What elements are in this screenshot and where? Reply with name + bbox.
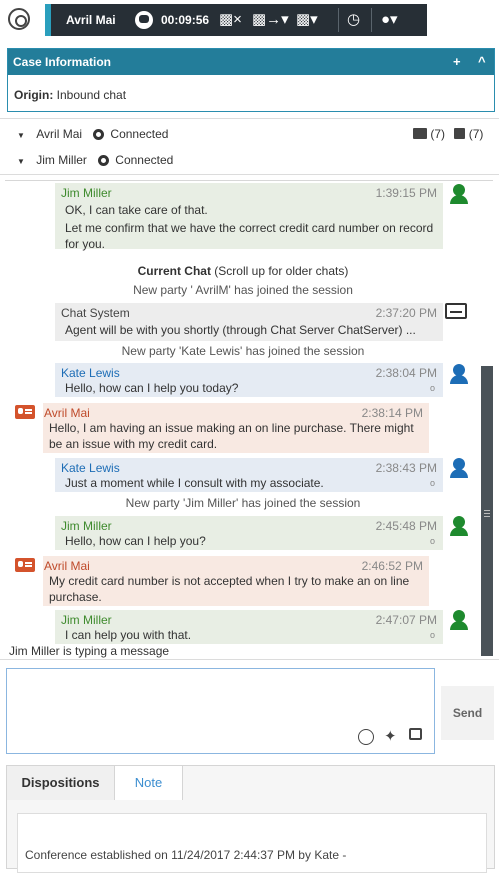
origin-value: Inbound chat [56, 88, 127, 102]
party-row[interactable]: ▼ Avril Mai Connected [17, 127, 168, 141]
tab-dispositions[interactable]: Dispositions [7, 766, 115, 800]
message-text: Agent will be with you shortly (through … [65, 323, 416, 337]
agent-name: Avril Mai [66, 13, 116, 27]
chat-message: Chat System 2:37:20 PM Agent will be wit… [55, 303, 443, 341]
folder-count: (7) [430, 127, 446, 141]
chat-message: Jim Miller 1:39:15 PM OK, I can take car… [55, 183, 443, 251]
case-information-title: Case Information [13, 55, 112, 69]
gear-icon[interactable] [8, 8, 30, 30]
bottom-panel: Dispositions Note Conference established… [6, 765, 495, 873]
message-time: 2:38:04 PM [375, 366, 437, 380]
divider [0, 174, 499, 175]
chat-transcript[interactable]: Jim Miller 1:39:15 PM OK, I can take car… [5, 180, 493, 659]
message-text: Just a moment while I consult with my as… [65, 476, 324, 490]
chat-message: Jim Miller 2:47:07 PM I can help you wit… [55, 610, 443, 644]
case-information-header: Case Information + ^ [8, 49, 494, 75]
current-chat-label: Current Chat (Scroll up for older chats) [137, 264, 349, 278]
typing-indicator: Jim Miller is typing a message [9, 644, 170, 658]
divider [0, 118, 499, 119]
agent-avatar-icon [448, 183, 470, 205]
top-toolbar: Avril Mai 00:09:56 ▩× ▩→▾ ▩▾ ◷ ●▾ [0, 0, 499, 40]
party-row[interactable]: ▼ Jim Miller Connected [17, 153, 173, 167]
divider [0, 659, 499, 660]
message-time: 2:37:20 PM [375, 306, 437, 320]
read-receipt-icon: o [429, 383, 435, 393]
emoji-icon[interactable] [358, 729, 374, 745]
call-timer: 00:09:56 [161, 13, 210, 27]
system-notice: New party ' AvrilM' has joined the sessi… [133, 283, 353, 297]
agent-avatar-icon [448, 457, 470, 479]
attach-icon[interactable]: ✦ [384, 727, 397, 745]
chat-message: Jim Miller 2:45:48 PM Hello, how can I h… [55, 516, 443, 550]
message-input[interactable]: ✦ [6, 668, 435, 754]
agent-avatar-icon [448, 609, 470, 631]
party-action-icon[interactable]: ●▾ [381, 10, 398, 28]
add-case-data-button[interactable]: + [453, 54, 461, 69]
separator [371, 8, 372, 32]
party-name: Avril Mai [36, 127, 83, 141]
message-text: Let me confirm that we have the correct … [65, 221, 434, 251]
message-time: 1:39:15 PM [375, 186, 437, 200]
schedule-callback-icon[interactable]: ◷ [347, 10, 360, 28]
chat-message: Kate Lewis 2:38:04 PM Hello, how can I h… [55, 363, 443, 397]
chat-message: Avril Mai 2:46:52 PM My credit card numb… [43, 556, 429, 606]
status-icon [93, 129, 105, 140]
message-text: I can help you with that. [65, 628, 192, 642]
read-receipt-icon: o [429, 536, 435, 546]
message-time: 2:45:48 PM [375, 519, 437, 533]
party-status: Connected [115, 153, 174, 167]
send-button[interactable]: Send [441, 686, 494, 740]
origin-row: Origin: Inbound chat [14, 88, 126, 102]
customer-card-icon [15, 405, 35, 419]
monitor-icon [445, 303, 467, 319]
origin-label: Origin: [14, 88, 54, 102]
tab-note[interactable]: Note [115, 766, 183, 800]
standard-response-icon[interactable] [409, 728, 422, 740]
chevron-down-icon[interactable]: ▼ [17, 131, 25, 140]
message-text: Hello, how can I help you today? [65, 381, 239, 395]
message-text: OK, I can take care of that. [65, 203, 208, 217]
system-notice: New party 'Jim Miller' has joined the se… [125, 496, 361, 510]
party-status: Connected [110, 127, 169, 141]
end-chat-icon[interactable]: ▩× [219, 10, 242, 28]
message-time: 2:38:14 PM [361, 406, 423, 420]
read-receipt-icon: o [429, 478, 435, 488]
message-text: Hello, how can I help you? [65, 534, 206, 548]
case-counters: (7) (7) [413, 127, 483, 141]
status-icon [98, 155, 110, 166]
customer-card-icon [15, 558, 35, 572]
collapse-button[interactable]: ^ [478, 54, 486, 69]
chat-message: Avril Mai 2:38:14 PM Hello, I am having … [43, 403, 429, 453]
chevron-down-icon[interactable]: ▼ [17, 157, 25, 166]
system-notice: New party 'Kate Lewis' has joined the se… [121, 344, 365, 358]
interaction-bar: Avril Mai 00:09:56 ▩× ▩→▾ ▩▾ ◷ ●▾ [45, 4, 427, 36]
conference-icon[interactable]: ▩▾ [296, 10, 318, 28]
transcript-scrollbar[interactable] [481, 366, 493, 656]
message-time: 2:46:52 PM [361, 559, 423, 573]
agent-avatar-icon [448, 515, 470, 537]
separator [338, 8, 339, 32]
message-text: My credit card number is not accepted wh… [49, 574, 410, 604]
message-time: 2:38:43 PM [375, 461, 437, 475]
transfer-icon[interactable]: ▩→▾ [252, 10, 289, 28]
note-text: Conference established on 11/24/2017 2:4… [25, 848, 347, 862]
history-count: (7) [468, 127, 484, 141]
message-time: 2:47:07 PM [375, 613, 437, 627]
agent-avatar-icon [448, 363, 470, 385]
read-receipt-icon: o [429, 630, 435, 640]
message-text: Hello, I am having an issue making an on… [49, 421, 414, 451]
history-icon[interactable] [454, 128, 466, 139]
case-information-panel: Case Information + ^ Origin: Inbound cha… [7, 48, 495, 112]
folder-icon[interactable] [413, 128, 427, 139]
note-area[interactable]: Conference established on 11/24/2017 2:4… [17, 813, 487, 873]
party-name: Jim Miller [36, 153, 87, 167]
chat-icon [135, 11, 153, 29]
chat-message: Kate Lewis 2:38:43 PM Just a moment whil… [55, 458, 443, 492]
